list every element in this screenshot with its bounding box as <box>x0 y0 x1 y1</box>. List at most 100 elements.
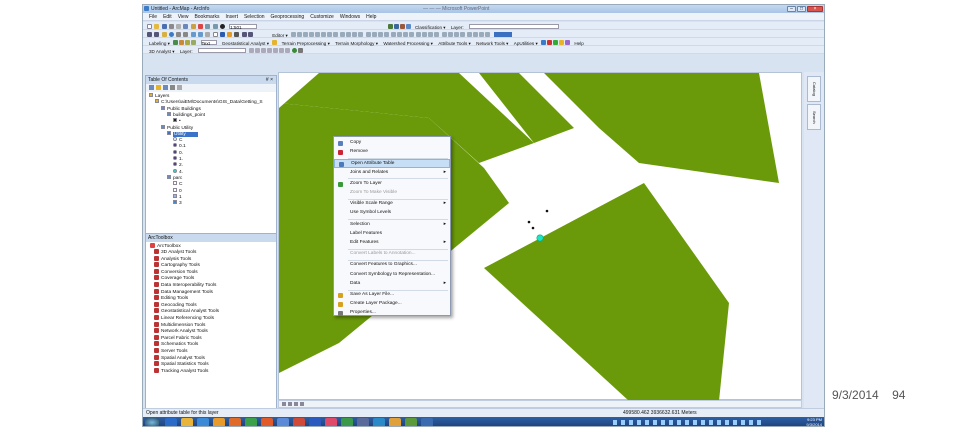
menu-item-data[interactable]: Data ▸ <box>334 280 450 289</box>
menu-item-convert-features-to-graphics[interactable]: Convert Features to Graphics... <box>334 261 450 270</box>
print-icon[interactable] <box>168 24 174 29</box>
app-taskbar-icon[interactable] <box>277 418 289 426</box>
3d-analyst-dropdown[interactable]: 3D Analyst ▾ <box>149 49 175 54</box>
cut-icon[interactable] <box>176 24 182 29</box>
back-icon[interactable] <box>190 32 196 37</box>
parcel-polygon[interactable] <box>544 73 779 183</box>
menu-item-edit-features[interactable]: Edit Features ▸ <box>334 239 450 248</box>
menu-selection[interactable]: Selection <box>244 14 265 20</box>
font-box[interactable]: Text <box>200 40 217 46</box>
maximize-button[interactable]: □ <box>797 6 806 12</box>
select-features-icon[interactable] <box>205 32 211 37</box>
add-data-icon[interactable] <box>219 24 225 29</box>
skype-taskbar-icon[interactable] <box>373 418 385 426</box>
delete-icon[interactable] <box>197 24 203 29</box>
find-icon[interactable] <box>227 32 233 37</box>
toc-item[interactable]: 3 <box>173 200 182 207</box>
menu-item-convert-symbology-to-representation[interactable]: Convert Symbology to Representation... <box>334 271 450 280</box>
measure-icon[interactable] <box>234 32 240 37</box>
utility-point[interactable] <box>536 234 544 242</box>
menu-bookmarks[interactable]: Bookmarks <box>194 14 219 20</box>
scale-box[interactable]: 1:501 <box>229 24 258 30</box>
excel-taskbar-icon[interactable] <box>341 418 353 426</box>
menu-windows[interactable]: Windows <box>340 14 360 20</box>
full-extent-icon[interactable] <box>168 32 174 37</box>
taskbar-clock[interactable]: 9:23 PM 9/3/2014 <box>806 417 822 426</box>
app-taskbar-icon[interactable] <box>389 418 401 426</box>
open-icon[interactable] <box>154 24 160 29</box>
toc-pin-close[interactable]: # × <box>266 76 273 84</box>
chrome-taskbar-icon[interactable] <box>245 418 257 426</box>
list-by-selection-icon[interactable] <box>170 85 175 90</box>
ie-taskbar-icon[interactable] <box>165 418 177 426</box>
menu-insert[interactable]: Insert <box>225 14 238 20</box>
app-taskbar-icon[interactable] <box>421 418 433 426</box>
menu-item-create-layer-package[interactable]: Create Layer Package... <box>334 300 450 309</box>
identify-icon[interactable] <box>219 32 225 37</box>
toolbox-item-label: 3D Analyst Tools <box>161 250 197 255</box>
fixed-zoom-icon[interactable] <box>176 32 182 37</box>
catalog-tab[interactable]: Catalog <box>807 76 821 102</box>
menu-item-joins-and-relates[interactable]: Joins and Relates ▸ <box>334 169 450 178</box>
media-taskbar-icon[interactable] <box>197 418 209 426</box>
menu-item-use-symbol-levels[interactable]: Use Symbol Levels <box>334 209 450 218</box>
layout-view-icon[interactable] <box>288 402 292 406</box>
new-icon[interactable] <box>147 24 152 29</box>
firefox-taskbar-icon[interactable] <box>229 418 241 426</box>
minimize-button[interactable]: – <box>787 6 796 12</box>
data-view-icon[interactable] <box>282 402 286 406</box>
parcel-polygon[interactable] <box>484 183 729 401</box>
start-button[interactable] <box>145 418 159 426</box>
word-taskbar-icon[interactable] <box>309 418 321 426</box>
menu-edit[interactable]: Edit <box>163 14 172 20</box>
zoom-in-icon[interactable] <box>147 32 152 37</box>
menu-view[interactable]: View <box>178 14 189 20</box>
list-by-visibility-icon[interactable] <box>163 85 168 90</box>
building-point[interactable] <box>531 226 535 230</box>
zoom-out-icon[interactable] <box>154 32 160 37</box>
menu-geoprocessing[interactable]: Geoprocessing <box>271 14 305 20</box>
analyst-layer-dropdown[interactable] <box>197 48 246 53</box>
menu-customize[interactable]: Customize <box>310 14 334 20</box>
app-taskbar-icon[interactable] <box>357 418 369 426</box>
app-taskbar-icon[interactable] <box>213 418 225 426</box>
menu-item-save-as-layer-file[interactable]: Save As Layer File... <box>334 291 450 300</box>
system-tray[interactable] <box>613 420 763 425</box>
menu-item-properties[interactable]: Properties... <box>334 309 450 318</box>
menu-item-zoom-to-layer[interactable]: Zoom To Layer <box>334 180 450 189</box>
menu-item-visible-scale-range[interactable]: Visible Scale Range ▸ <box>334 200 450 209</box>
refresh-icon[interactable] <box>294 402 298 406</box>
building-point[interactable] <box>527 220 531 224</box>
menu-item-copy[interactable]: Copy <box>334 139 450 148</box>
undo-icon[interactable] <box>205 24 211 29</box>
menu-item-selection[interactable]: Selection ▸ <box>334 221 450 230</box>
toolbox-item[interactable]: Tracking Analyst Tools <box>154 367 208 375</box>
toc-item-label: • <box>179 119 181 125</box>
list-by-source-icon[interactable] <box>156 85 161 90</box>
powerpoint-taskbar-icon[interactable] <box>293 418 305 426</box>
building-point[interactable] <box>545 209 549 213</box>
save-icon[interactable] <box>161 24 167 29</box>
arcmap-taskbar-icon[interactable] <box>405 418 417 426</box>
close-button[interactable]: × <box>807 6 823 12</box>
layer-dropdown[interactable] <box>468 24 559 29</box>
pause-draw-icon[interactable] <box>300 402 304 406</box>
options-icon[interactable] <box>177 85 182 90</box>
paste-icon[interactable] <box>190 24 196 29</box>
menu-item-open-attribute-table[interactable]: Open Attribute Table <box>334 159 450 168</box>
search-tab[interactable]: Search <box>807 104 821 130</box>
menu-item-label-features[interactable]: Label Features <box>334 230 450 239</box>
menu-item-remove[interactable]: Remove <box>334 148 450 157</box>
forward-icon[interactable] <box>197 32 203 37</box>
menu-help[interactable]: Help <box>366 14 376 20</box>
list-by-drawing-order-icon[interactable] <box>149 85 154 90</box>
redo-icon[interactable] <box>212 24 218 29</box>
app-taskbar-icon[interactable] <box>261 418 273 426</box>
app-taskbar-icon[interactable] <box>325 418 337 426</box>
explorer-taskbar-icon[interactable] <box>181 418 193 426</box>
pan-icon[interactable] <box>161 32 167 37</box>
select-elements-icon[interactable] <box>212 32 218 37</box>
menu-file[interactable]: File <box>149 14 157 20</box>
editor-toolbar-icon[interactable] <box>380 24 385 29</box>
copy-icon[interactable] <box>183 24 189 29</box>
